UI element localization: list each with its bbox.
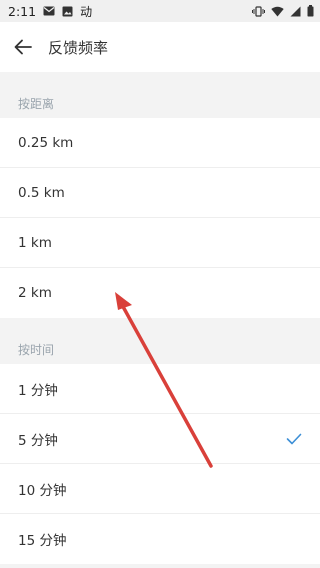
back-arrow-icon[interactable] (12, 36, 34, 58)
wifi-icon (271, 6, 284, 17)
status-right (252, 5, 314, 17)
image-icon (62, 6, 73, 17)
vibrate-icon (252, 5, 265, 17)
list-item-label: 15 分钟 (18, 533, 67, 549)
check-icon (286, 433, 302, 445)
status-bar: 2:11 动 (0, 0, 320, 22)
app-bar: 反馈频率 (0, 22, 320, 72)
status-time: 2:11 (8, 3, 37, 19)
list-item-time-1min[interactable]: 1 分钟 (0, 364, 320, 414)
status-left: 2:11 动 (8, 3, 92, 20)
distance-list: 0.25 km 0.5 km 1 km 2 km (0, 118, 320, 318)
section-header-distance: 按距离 (0, 72, 320, 118)
app-icon: 动 (80, 4, 93, 19)
battery-icon (307, 5, 314, 17)
list-item-distance-0.5km[interactable]: 0.5 km (0, 168, 320, 218)
page-title: 反馈频率 (48, 38, 109, 57)
list-item-time-15min[interactable]: 15 分钟 (0, 514, 320, 564)
time-list: 1 分钟 5 分钟 10 分钟 15 分钟 (0, 364, 320, 564)
list-item-label: 1 分钟 (18, 382, 58, 399)
list-item-distance-0.25km[interactable]: 0.25 km (0, 118, 320, 168)
list-item-distance-2km[interactable]: 2 km (0, 268, 320, 318)
list-item-label: 10 分钟 (18, 482, 67, 499)
signal-icon (290, 6, 301, 17)
list-item-time-10min[interactable]: 10 分钟 (0, 464, 320, 514)
list-item-time-5min[interactable]: 5 分钟 (0, 414, 320, 464)
list-item-label: 5 分钟 (18, 432, 58, 449)
section-header-time: 按时间 (0, 318, 320, 364)
mail-icon (43, 6, 55, 16)
list-item-distance-1km[interactable]: 1 km (0, 218, 320, 268)
